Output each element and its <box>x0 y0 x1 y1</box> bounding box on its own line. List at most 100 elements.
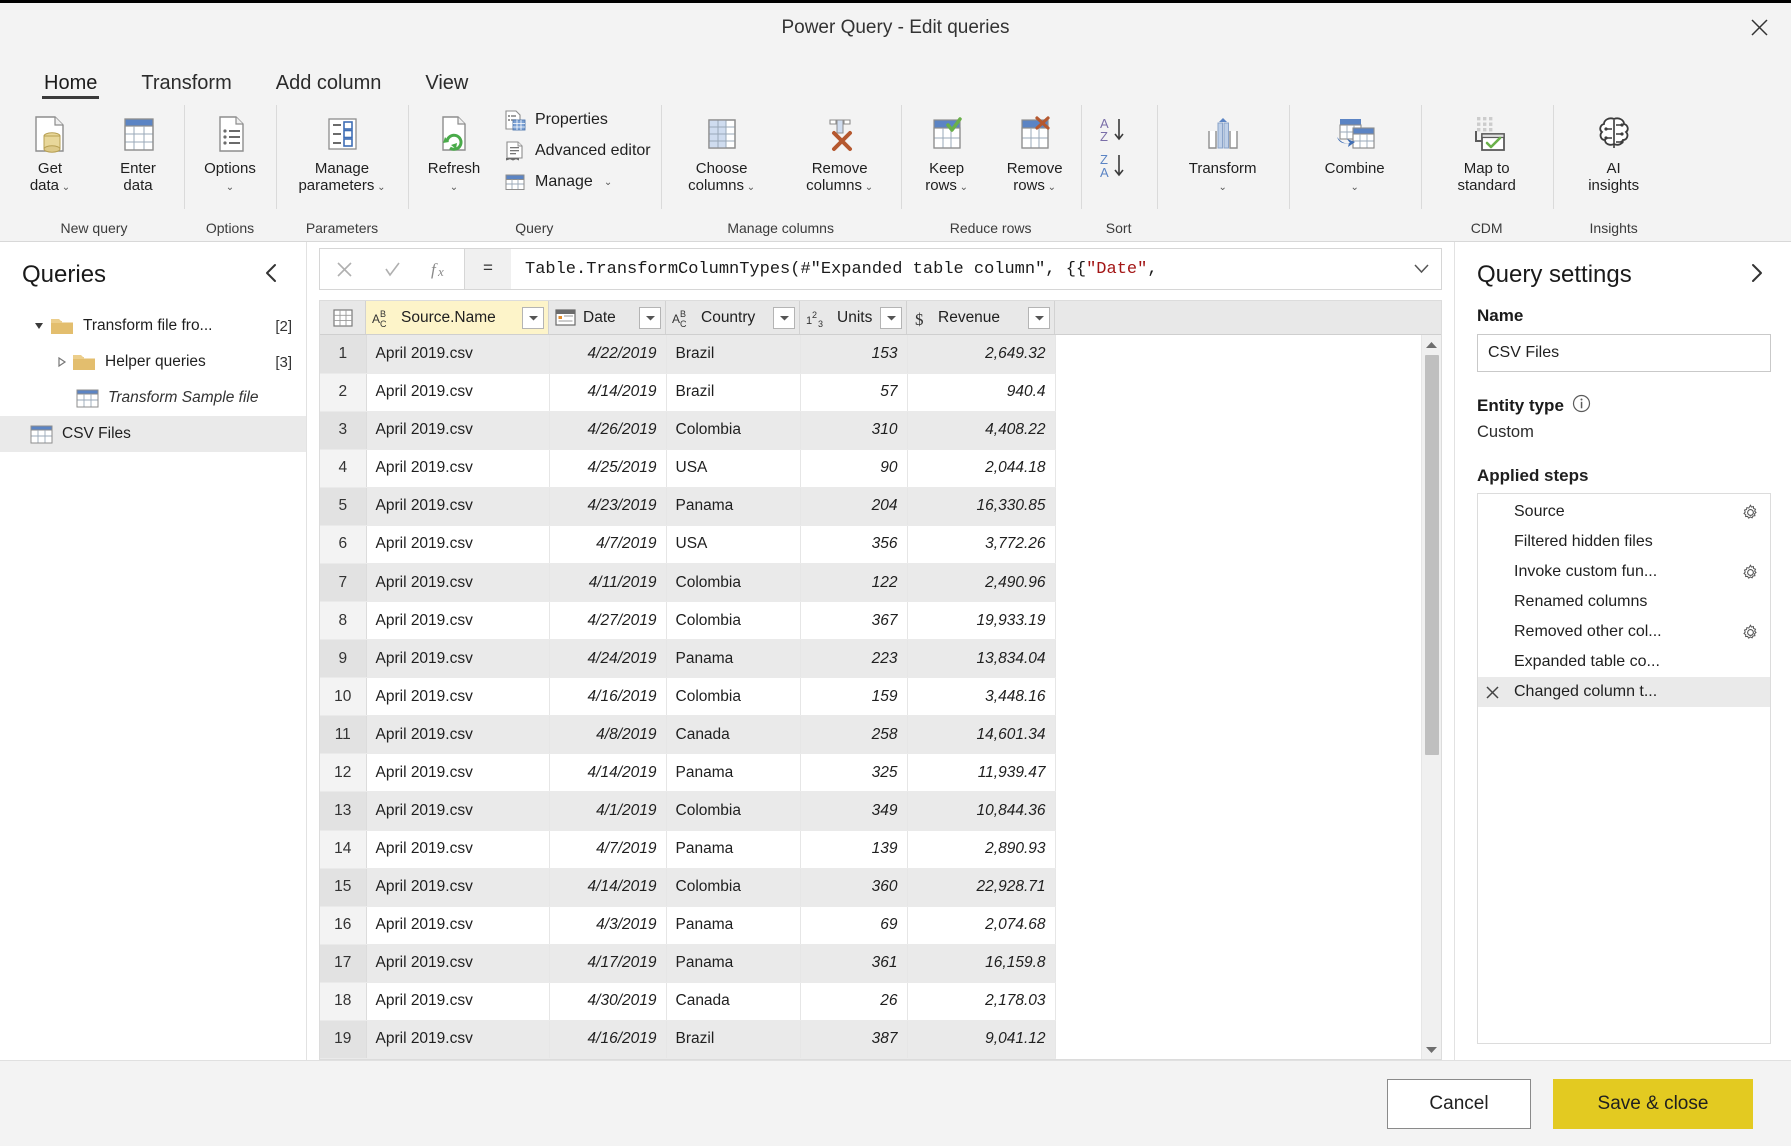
cell-units[interactable]: 122 <box>800 563 908 603</box>
cell-units[interactable]: 204 <box>800 487 908 526</box>
cell-units[interactable]: 223 <box>800 639 908 679</box>
gear-icon[interactable] <box>1738 623 1762 641</box>
choose-columns-button[interactable]: Choose columns ⌄ <box>663 105 781 195</box>
options-button[interactable]: Options ⌄ <box>186 105 274 195</box>
delete-step-icon[interactable] <box>1478 685 1506 700</box>
cell-revenue[interactable]: 2,074.68 <box>907 906 1056 945</box>
query-item-helper-queries[interactable]: Helper queries [3] <box>0 344 306 380</box>
cell-source-name[interactable]: April 2019.csv <box>366 715 550 755</box>
cell-country[interactable]: Canada <box>666 982 801 1021</box>
query-name-input[interactable] <box>1477 334 1771 372</box>
table-row[interactable]: 8 April 2019.csv 4/27/2019 Colombia 367 19,93… <box>320 601 1056 641</box>
table-row[interactable]: 2 April 2019.csv 4/14/2019 Brazil 57 940.4 <box>320 373 1056 412</box>
filter-dropdown-icon[interactable] <box>522 306 544 329</box>
scrollbar-track[interactable] <box>1422 755 1441 1039</box>
cell-source-name[interactable]: April 2019.csv <box>366 944 550 983</box>
cell-country[interactable]: Canada <box>666 715 801 755</box>
table-row[interactable]: 5 April 2019.csv 4/23/2019 Panama 204 16,330.… <box>320 487 1056 526</box>
fx-icon[interactable]: f x <box>416 249 464 289</box>
cell-revenue[interactable]: 13,834.04 <box>907 639 1056 679</box>
scrollbar-thumb[interactable] <box>1424 355 1439 755</box>
cell-units[interactable]: 387 <box>800 1020 908 1059</box>
cell-revenue[interactable]: 11,939.47 <box>907 753 1056 793</box>
cell-country[interactable]: Colombia <box>666 677 801 717</box>
combine-button[interactable]: Combine ⌄ <box>1291 105 1419 195</box>
cell-country[interactable]: Brazil <box>666 335 801 374</box>
cell-source-name[interactable]: April 2019.csv <box>366 868 550 907</box>
grid-column-header-country[interactable]: A B C Country <box>666 301 800 334</box>
table-row[interactable]: 3 April 2019.csv 4/26/2019 Colombia 310 4,408… <box>320 411 1056 450</box>
chevron-left-icon[interactable] <box>257 260 286 290</box>
chevron-down-icon[interactable]: ⌄ <box>374 182 385 193</box>
cell-units[interactable]: 139 <box>800 830 908 869</box>
cell-date[interactable]: 4/22/2019 <box>549 335 667 374</box>
cell-country[interactable]: Brazil <box>666 1020 801 1059</box>
cell-units[interactable]: 349 <box>800 791 908 831</box>
cell-source-name[interactable]: April 2019.csv <box>366 487 550 526</box>
sort-descending-button[interactable]: Z A <box>1097 151 1141 181</box>
gear-icon[interactable] <box>1738 563 1762 581</box>
chevron-down-icon[interactable]: ⌄ <box>59 182 70 193</box>
applied-step-item[interactable]: Renamed columns <box>1478 587 1770 617</box>
applied-step-item[interactable]: Invoke custom fun... <box>1478 557 1770 587</box>
cell-country[interactable]: Panama <box>666 753 801 793</box>
table-row[interactable]: 12 April 2019.csv 4/14/2019 Panama 325 11,939… <box>320 753 1056 793</box>
cell-date[interactable]: 4/8/2019 <box>549 715 667 755</box>
applied-step-item[interactable]: Expanded table co... <box>1478 647 1770 677</box>
table-row[interactable]: 4 April 2019.csv 4/25/2019 USA 90 2,044.18 <box>320 449 1056 488</box>
chevron-down-icon[interactable]: ⌄ <box>1045 182 1056 193</box>
cell-revenue[interactable]: 2,649.32 <box>907 335 1056 374</box>
cell-revenue[interactable]: 2,044.18 <box>907 449 1056 488</box>
table-row[interactable]: 10 April 2019.csv 4/16/2019 Colombia 159 3,44… <box>320 677 1056 717</box>
chevron-right-icon[interactable] <box>1742 260 1771 290</box>
cell-date[interactable]: 4/14/2019 <box>549 868 667 907</box>
table-row[interactable]: 6 April 2019.csv 4/7/2019 USA 356 3,772.26 <box>320 525 1056 564</box>
cell-date[interactable]: 4/24/2019 <box>549 639 667 679</box>
cell-date[interactable]: 4/11/2019 <box>549 563 667 603</box>
cell-country[interactable]: Panama <box>666 906 801 945</box>
table-row[interactable]: 18 April 2019.csv 4/30/2019 Canada 26 2,178.0… <box>320 982 1056 1021</box>
transform-button[interactable]: Transform ⌄ <box>1159 105 1287 195</box>
query-item-csv-files[interactable]: CSV Files <box>0 416 306 452</box>
cell-country[interactable]: Colombia <box>666 601 801 641</box>
cell-revenue[interactable]: 9,041.12 <box>907 1020 1056 1059</box>
cell-source-name[interactable]: April 2019.csv <box>366 830 550 869</box>
cell-source-name[interactable]: April 2019.csv <box>366 906 550 945</box>
query-item-transform-sample-file[interactable]: Transform Sample file <box>0 380 306 416</box>
cell-revenue[interactable]: 16,159.8 <box>907 944 1056 983</box>
cell-date[interactable]: 4/16/2019 <box>549 677 667 717</box>
get-data-button[interactable]: Get data ⌄ <box>6 105 94 195</box>
cell-source-name[interactable]: April 2019.csv <box>366 791 550 831</box>
cell-units[interactable]: 69 <box>800 906 908 945</box>
cell-revenue[interactable]: 3,448.16 <box>907 677 1056 717</box>
cell-country[interactable]: Brazil <box>666 373 801 412</box>
grid-column-header-revenue[interactable]: $ Revenue <box>907 301 1055 334</box>
query-item-transform-file-from[interactable]: Transform file fro... [2] <box>0 308 306 344</box>
cell-units[interactable]: 26 <box>800 982 908 1021</box>
cell-source-name[interactable]: April 2019.csv <box>366 1020 550 1059</box>
cell-source-name[interactable]: April 2019.csv <box>366 449 550 488</box>
cell-date[interactable]: 4/30/2019 <box>549 982 667 1021</box>
chevron-down-icon[interactable]: ⌄ <box>1218 182 1226 193</box>
cell-revenue[interactable]: 22,928.71 <box>907 868 1056 907</box>
select-all-icon[interactable] <box>320 301 366 334</box>
cell-source-name[interactable]: April 2019.csv <box>366 563 550 603</box>
cell-source-name[interactable]: April 2019.csv <box>366 601 550 641</box>
applied-step-item[interactable]: Filtered hidden files <box>1478 527 1770 557</box>
manage-parameters-button[interactable]: Manage parameters ⌄ <box>278 105 406 195</box>
chevron-down-icon[interactable]: ⌄ <box>226 182 234 193</box>
enter-data-button[interactable]: Enter data <box>94 105 182 195</box>
cell-revenue[interactable]: 3,772.26 <box>907 525 1056 564</box>
cancel-formula-icon[interactable] <box>320 249 368 289</box>
cell-country[interactable]: Colombia <box>666 791 801 831</box>
cell-source-name[interactable]: April 2019.csv <box>366 373 550 412</box>
cell-country[interactable]: Panama <box>666 639 801 679</box>
ai-insights-button[interactable]: AI insights <box>1555 105 1673 195</box>
gear-icon[interactable] <box>1738 503 1762 521</box>
cell-source-name[interactable]: April 2019.csv <box>366 982 550 1021</box>
chevron-down-icon[interactable] <box>1401 263 1441 275</box>
cell-date[interactable]: 4/14/2019 <box>549 373 667 412</box>
cell-units[interactable]: 325 <box>800 753 908 793</box>
applied-step-item[interactable]: Changed column t... <box>1478 677 1770 707</box>
grid-column-header-date[interactable]: Date <box>549 301 666 334</box>
